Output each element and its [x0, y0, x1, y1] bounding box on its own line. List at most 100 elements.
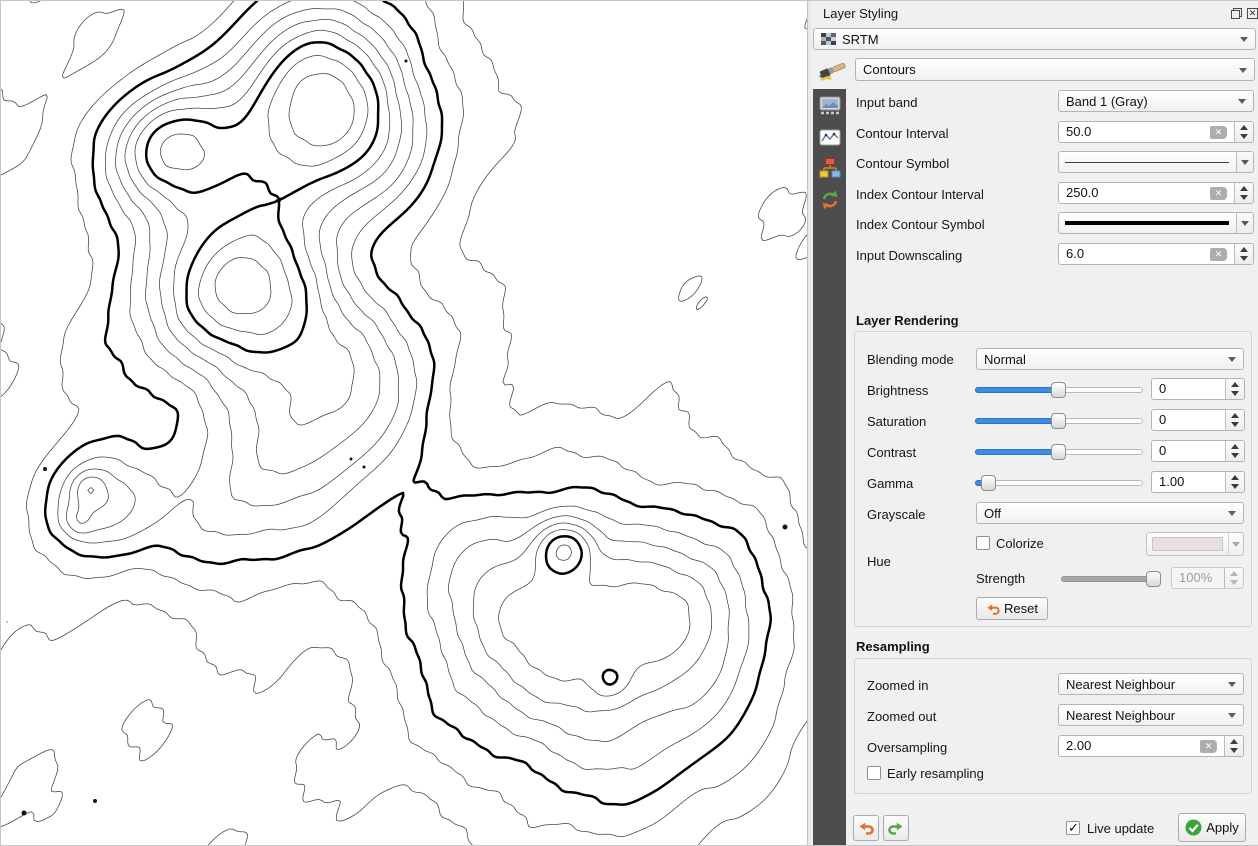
spin-buttons[interactable] — [1225, 441, 1244, 461]
hue-label: Hue — [867, 554, 891, 570]
contour-symbol-select[interactable] — [1058, 151, 1254, 173]
chevron-down-icon — [1228, 682, 1236, 691]
tab-history[interactable] — [817, 187, 842, 212]
spin-buttons[interactable] — [1225, 410, 1244, 430]
strength-slider[interactable] — [1061, 568, 1161, 590]
symbology-icon — [818, 94, 842, 118]
style-type-select[interactable]: Contours — [855, 58, 1255, 81]
paintbrush-icon — [817, 56, 849, 82]
contrast-slider[interactable] — [975, 441, 1143, 463]
saturation-input[interactable]: 0 — [1151, 409, 1245, 431]
map-canvas-area[interactable] — [1, 1, 807, 845]
clear-field-icon[interactable] — [1210, 187, 1227, 200]
strength-input[interactable]: 100% — [1171, 567, 1244, 589]
zoomed-in-select[interactable]: Nearest Neighbour — [1058, 673, 1244, 695]
close-panel-icon[interactable] — [1247, 8, 1258, 19]
color-dropdown[interactable] — [1228, 533, 1243, 555]
input-downscaling-label: Input Downscaling — [856, 248, 962, 264]
diagram-icon — [818, 156, 842, 180]
live-update-checkbox[interactable] — [1066, 821, 1080, 835]
panel-title: Layer Styling — [823, 6, 898, 22]
clear-field-icon[interactable] — [1210, 126, 1227, 139]
input-band-select[interactable]: Band 1 (Gray) — [1058, 90, 1254, 112]
slider-handle[interactable] — [981, 475, 996, 491]
colorize-color-button[interactable] — [1146, 532, 1244, 556]
colorize-checkbox[interactable] — [976, 536, 990, 550]
colorize-label: Colorize — [996, 536, 1044, 552]
gamma-input[interactable]: 1.00 — [1151, 471, 1245, 493]
line-symbol-preview — [1065, 162, 1229, 163]
contrast-input[interactable]: 0 — [1151, 440, 1245, 462]
saturation-slider[interactable] — [975, 410, 1143, 432]
grayscale-select[interactable]: Off — [976, 502, 1244, 524]
contour-interval-label: Contour Interval — [856, 126, 949, 142]
layer-select[interactable]: SRTM — [813, 28, 1256, 50]
tab-symbology[interactable] — [817, 93, 842, 118]
undo-icon — [858, 820, 874, 836]
brightness-slider[interactable] — [975, 379, 1143, 401]
input-band-label: Input band — [856, 95, 917, 111]
histogram-icon — [818, 127, 842, 149]
slider-handle[interactable] — [1051, 413, 1066, 429]
saturation-label: Saturation — [867, 414, 926, 430]
slider-handle[interactable] — [1146, 571, 1161, 587]
oversampling-label: Oversampling — [867, 740, 947, 756]
spin-buttons[interactable] — [1234, 183, 1253, 203]
layer-rendering-title: Layer Rendering — [856, 313, 959, 328]
gamma-slider[interactable] — [975, 472, 1143, 494]
index-contour-interval-input[interactable]: 250.0 — [1058, 182, 1254, 204]
chevron-down-icon — [1240, 37, 1248, 46]
apply-check-icon — [1185, 819, 1202, 836]
blending-mode-select[interactable]: Normal — [976, 348, 1244, 370]
chevron-down-icon — [1228, 357, 1236, 366]
zoomed-out-label: Zoomed out — [867, 709, 936, 725]
oversampling-input[interactable]: 2.00 — [1058, 735, 1244, 757]
layer-name: SRTM — [842, 32, 879, 47]
symbol-dropdown[interactable] — [1236, 213, 1253, 233]
spin-buttons[interactable] — [1234, 244, 1253, 264]
live-update-label: Live update — [1087, 821, 1154, 837]
redo-icon — [888, 820, 904, 836]
redo-button[interactable] — [883, 815, 909, 841]
history-icon — [818, 188, 842, 212]
chevron-down-icon — [1232, 542, 1240, 551]
blending-mode-label: Blending mode — [867, 352, 954, 368]
spin-buttons[interactable] — [1225, 472, 1244, 492]
gamma-label: Gamma — [867, 476, 913, 492]
slider-handle[interactable] — [1051, 382, 1066, 398]
tab-diagram[interactable] — [817, 155, 842, 180]
brightness-label: Brightness — [867, 383, 928, 399]
early-resampling-checkbox[interactable] — [867, 766, 881, 780]
zoomed-out-select[interactable]: Nearest Neighbour — [1058, 704, 1244, 726]
clear-field-icon[interactable] — [1210, 248, 1227, 261]
tab-histogram[interactable] — [817, 125, 842, 150]
apply-button[interactable]: Apply — [1178, 813, 1246, 842]
undo-button[interactable] — [853, 815, 879, 841]
chevron-down-icon — [1228, 713, 1236, 722]
spin-buttons[interactable] — [1234, 122, 1253, 142]
strength-label: Strength — [976, 571, 1025, 587]
float-panel-icon[interactable] — [1231, 8, 1242, 19]
layer-styling-panel: Layer Styling SRTM Contours — [811, 1, 1258, 845]
slider-handle[interactable] — [1051, 444, 1066, 460]
input-downscaling-input[interactable]: 6.0 — [1058, 243, 1254, 265]
index-contour-symbol-select[interactable] — [1058, 212, 1254, 234]
contour-map[interactable] — [1, 1, 807, 845]
chevron-down-icon — [1241, 221, 1249, 230]
symbol-dropdown[interactable] — [1236, 152, 1253, 172]
qgis-window: Layer Styling SRTM Contours — [0, 0, 1258, 846]
contour-interval-input[interactable]: 50.0 — [1058, 121, 1254, 143]
spin-buttons[interactable] — [1225, 379, 1244, 399]
brightness-input[interactable]: 0 — [1151, 378, 1245, 400]
spin-buttons[interactable] — [1224, 736, 1243, 756]
index-contour-symbol-label: Index Contour Symbol — [856, 217, 985, 233]
reset-button-label: Reset — [1004, 601, 1038, 616]
reset-button[interactable]: Reset — [976, 597, 1048, 620]
reset-undo-icon — [986, 602, 1000, 616]
clear-field-icon[interactable] — [1200, 740, 1217, 753]
index-contour-interval-label: Index Contour Interval — [856, 187, 984, 203]
early-resampling-label: Early resampling — [887, 766, 984, 782]
chevron-down-icon — [1239, 68, 1247, 77]
apply-button-label: Apply — [1206, 820, 1239, 835]
grayscale-label: Grayscale — [867, 507, 926, 523]
